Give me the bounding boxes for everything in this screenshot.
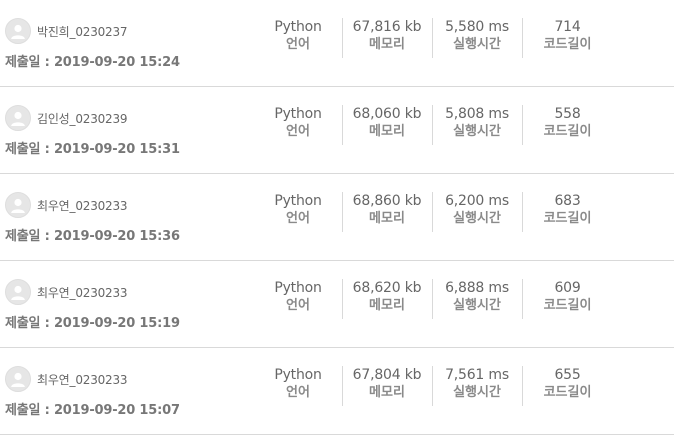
time-label: 실행시간	[453, 124, 501, 139]
date-label: 제출일 :	[5, 229, 54, 244]
submission-user[interactable]: 최우연_0230233	[5, 279, 255, 305]
language-stat: Python 언어	[255, 192, 341, 232]
time-label: 실행시간	[453, 37, 501, 52]
time-value: 6,200 ms	[445, 193, 509, 209]
date-value: 2019-09-20 15:19	[53, 316, 180, 331]
submission-row[interactable]: 최우연_0230233 제출일 : 2019-09-20 15:36 Pytho…	[0, 174, 674, 261]
submission-user[interactable]: 박진희_0230237	[5, 18, 255, 44]
memory-stat: 67,816 kb 메모리	[342, 18, 431, 58]
code-length-stat: 683 코드길이	[522, 192, 612, 232]
time-stat: 7,561 ms 실행시간	[432, 366, 521, 406]
user-avatar-icon	[5, 279, 31, 305]
language-stat: Python 언어	[255, 105, 341, 145]
code-length-label: 코드길이	[543, 385, 592, 400]
language-value: Python	[274, 367, 322, 383]
time-stat: 6,200 ms 실행시간	[432, 192, 521, 232]
date-label: 제출일 :	[5, 142, 54, 157]
code-length-stat: 558 코드길이	[522, 105, 612, 145]
code-length-stat: 609 코드길이	[522, 279, 612, 319]
submission-date: 제출일 : 2019-09-20 15:07	[5, 399, 180, 418]
memory-value: 68,860 kb	[352, 193, 422, 209]
language-label: 언어	[286, 211, 310, 226]
username[interactable]: 김인성_0230239	[37, 110, 128, 127]
submission-user[interactable]: 최우연_0230233	[5, 192, 255, 218]
language-label: 언어	[286, 37, 310, 52]
memory-stat: 68,060 kb 메모리	[342, 105, 431, 145]
time-label: 실행시간	[453, 298, 501, 313]
language-stat: Python 언어	[255, 366, 341, 406]
code-length-value: 714	[554, 19, 581, 35]
language-value: Python	[274, 193, 322, 209]
submission-user[interactable]: 김인성_0230239	[5, 105, 255, 131]
memory-label: 메모리	[369, 124, 405, 139]
submission-row[interactable]: 최우연_0230233 제출일 : 2019-09-20 15:19 Pytho…	[0, 261, 674, 348]
language-value: Python	[274, 280, 322, 296]
language-value: Python	[274, 19, 322, 35]
memory-label: 메모리	[369, 385, 405, 400]
language-label: 언어	[286, 124, 310, 139]
date-value: 2019-09-20 15:07	[53, 403, 180, 418]
submission-list: 박진희_0230237 제출일 : 2019-09-20 15:24 Pytho…	[0, 0, 674, 435]
code-length-label: 코드길이	[543, 37, 592, 52]
time-label: 실행시간	[453, 385, 501, 400]
date-value: 2019-09-20 15:24	[53, 55, 180, 70]
date-value: 2019-09-20 15:36	[53, 229, 180, 244]
username[interactable]: 최우연_0230233	[37, 371, 128, 388]
code-length-value: 609	[554, 280, 581, 296]
date-value: 2019-09-20 15:31	[53, 142, 180, 157]
time-value: 6,888 ms	[445, 280, 509, 296]
memory-value: 67,816 kb	[352, 19, 422, 35]
memory-stat: 68,620 kb 메모리	[342, 279, 431, 319]
code-length-stat: 714 코드길이	[522, 18, 612, 58]
memory-value: 68,060 kb	[352, 106, 422, 122]
code-length-value: 655	[554, 367, 581, 383]
user-avatar-icon	[5, 192, 31, 218]
time-label: 실행시간	[453, 211, 501, 226]
code-length-label: 코드길이	[543, 124, 592, 139]
memory-value: 67,804 kb	[352, 367, 422, 383]
time-stat: 5,808 ms 실행시간	[432, 105, 521, 145]
code-length-value: 558	[554, 106, 581, 122]
submission-date: 제출일 : 2019-09-20 15:24	[5, 51, 180, 70]
submission-row[interactable]: 김인성_0230239 제출일 : 2019-09-20 15:31 Pytho…	[0, 87, 674, 174]
language-value: Python	[274, 106, 322, 122]
memory-stat: 68,860 kb 메모리	[342, 192, 431, 232]
language-stat: Python 언어	[255, 279, 341, 319]
submission-date: 제출일 : 2019-09-20 15:31	[5, 138, 180, 157]
time-stat: 5,580 ms 실행시간	[432, 18, 521, 58]
code-length-value: 683	[554, 193, 581, 209]
language-label: 언어	[286, 298, 310, 313]
language-label: 언어	[286, 385, 310, 400]
user-avatar-icon	[5, 366, 31, 392]
submission-date: 제출일 : 2019-09-20 15:36	[5, 225, 180, 244]
date-label: 제출일 :	[5, 55, 54, 70]
time-value: 5,808 ms	[445, 106, 509, 122]
memory-label: 메모리	[369, 298, 405, 313]
memory-stat: 67,804 kb 메모리	[342, 366, 431, 406]
memory-value: 68,620 kb	[352, 280, 422, 296]
submission-row[interactable]: 최우연_0230233 제출일 : 2019-09-20 15:07 Pytho…	[0, 348, 674, 435]
time-stat: 6,888 ms 실행시간	[432, 279, 521, 319]
submission-row[interactable]: 박진희_0230237 제출일 : 2019-09-20 15:24 Pytho…	[0, 0, 674, 87]
language-stat: Python 언어	[255, 18, 341, 58]
date-label: 제출일 :	[5, 403, 54, 418]
code-length-stat: 655 코드길이	[522, 366, 612, 406]
time-value: 5,580 ms	[445, 19, 509, 35]
username[interactable]: 최우연_0230233	[37, 197, 128, 214]
submission-user[interactable]: 최우연_0230233	[5, 366, 255, 392]
username[interactable]: 최우연_0230233	[37, 284, 128, 301]
memory-label: 메모리	[369, 211, 405, 226]
submission-date: 제출일 : 2019-09-20 15:19	[5, 312, 180, 331]
time-value: 7,561 ms	[445, 367, 509, 383]
user-avatar-icon	[5, 18, 31, 44]
code-length-label: 코드길이	[543, 298, 592, 313]
date-label: 제출일 :	[5, 316, 54, 331]
user-avatar-icon	[5, 105, 31, 131]
memory-label: 메모리	[369, 37, 405, 52]
username[interactable]: 박진희_0230237	[37, 23, 128, 40]
code-length-label: 코드길이	[543, 211, 592, 226]
